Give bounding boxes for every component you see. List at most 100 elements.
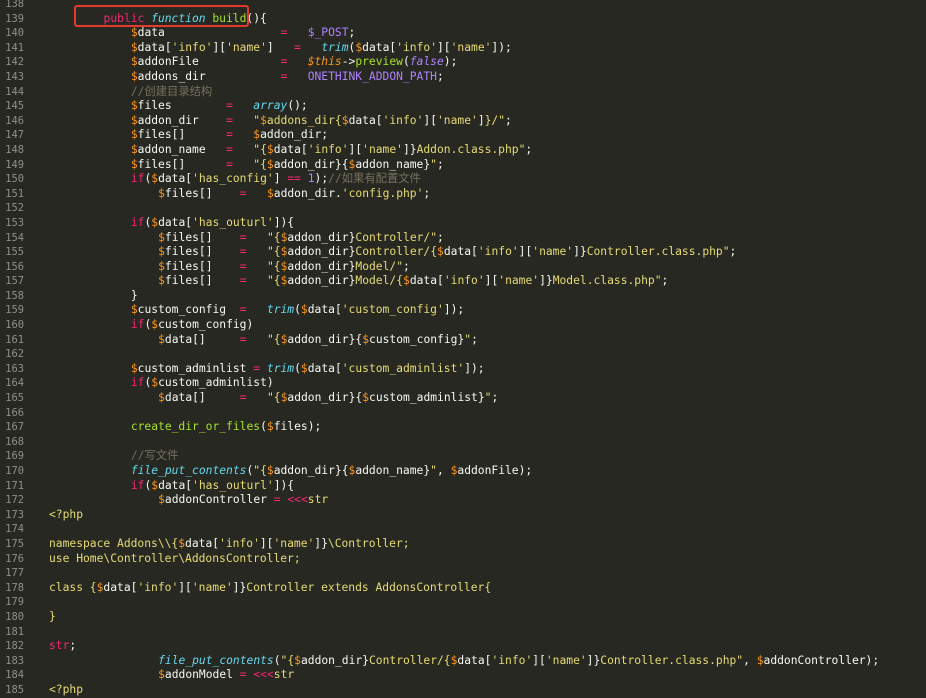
code-line[interactable]: 160 if($custom_config) (0, 318, 926, 333)
code-line[interactable]: 157 $files[] = "{$addon_dir}Model/{$data[… (0, 274, 926, 289)
code-token: str (49, 639, 70, 653)
line-number: 165 (5, 392, 24, 405)
code-editor[interactable]: 138 139 public function build(){140 $data =… (0, 0, 926, 696)
code-token: data[ (158, 172, 193, 186)
code-line[interactable]: 169 //写文件 (0, 449, 926, 464)
code-line[interactable]: 161 $data[] = "{$addon_dir}{$custom_confi… (0, 333, 926, 348)
code-token: $ (158, 186, 165, 200)
line-number: 170 (5, 465, 24, 477)
code-text: use Home\Controller\AddonsController; (49, 552, 301, 567)
code-line[interactable]: 168 (0, 435, 926, 450)
code-line[interactable]: 141 $data['info']['name'] = trim($data['i… (0, 41, 926, 56)
code-token: data[ (362, 40, 397, 54)
code-token: ][ (178, 580, 192, 594)
code-line[interactable]: 162 (0, 347, 926, 362)
code-token: " (430, 464, 437, 477)
line-number: 145 (5, 100, 24, 113)
line-number: 148 (5, 143, 24, 156)
code-token: ]} (402, 142, 417, 156)
code-text: $files[] = "{$addon_dir}Controller/"; (158, 231, 444, 246)
line-number: 183 (5, 654, 24, 667)
line-number: 167 (5, 421, 24, 434)
code-token: ( (402, 55, 410, 69)
code-line[interactable]: 159 $custom_config = trim($data['custom_c… (0, 303, 926, 318)
code-line[interactable]: 150 if($data['has_config'] == 1);//如果有配置文… (0, 172, 926, 187)
code-line[interactable]: 151 $files[] = $addon_dir.'config.php'; (0, 187, 926, 202)
code-line[interactable]: 147 $files[] = $addon_dir; (0, 128, 926, 143)
line-number: 142 (5, 56, 24, 69)
code-line[interactable]: 148 $addon_name = "{$data['info']['name']… (0, 143, 926, 158)
code-line[interactable]: 171 if($data['has_outurl']){ (0, 479, 926, 494)
code-line[interactable]: 180} (0, 610, 926, 625)
code-token: Controller/{ (368, 653, 451, 667)
code-token: = (294, 40, 308, 54)
code-token: 'info' (219, 536, 260, 550)
code-text: file_put_contents("{$addon_dir}Controlle… (158, 654, 879, 669)
code-line[interactable]: 176 use Home\Controller\AddonsController; (0, 552, 926, 567)
code-line[interactable]: 165 $data[] = "{$addon_dir}{$custom_admin… (0, 391, 926, 406)
code-token: if (130, 318, 145, 332)
line-number: 150 (5, 173, 24, 186)
code-line[interactable]: 140 $data = $_POST; (0, 26, 926, 41)
code-line[interactable]: 149 $files[] = "{$addon_dir}{$addon_name}… (0, 158, 926, 173)
code-line[interactable]: 173 <?php (0, 508, 926, 523)
code-token: addonController); (763, 653, 880, 667)
code-line[interactable]: 177 (0, 566, 926, 581)
code-line[interactable]: 156 $files[] = "{$addon_dir}Model/"; (0, 260, 926, 275)
code-line[interactable]: 166 (0, 406, 926, 421)
code-line[interactable]: 142 $addonFile = $this->preview(false); (0, 55, 926, 70)
code-token: ][ (259, 536, 274, 550)
code-line[interactable]: 170 file_put_contents("{$addon_dir}{$addo… (0, 464, 926, 479)
code-token: //写文件 (130, 449, 179, 463)
code-token: = (280, 69, 295, 83)
code-line[interactable]: 182 str; (0, 639, 926, 654)
code-line[interactable]: 152 (0, 201, 926, 216)
code-token: -> (341, 55, 356, 69)
code-token: addonController (164, 493, 274, 507)
code-line[interactable]: 183 file_put_contents("{$addon_dir}Contro… (0, 654, 926, 669)
code-token: "{ (253, 142, 267, 156)
code-token: = (239, 259, 247, 273)
line-number: 181 (5, 625, 24, 638)
code-line[interactable]: 181 (0, 625, 926, 640)
code-text: $files[] = "{$addon_dir}{$addon_name}"; (131, 158, 444, 173)
code-line[interactable]: 163 $custom_adminlist = trim($data['custo… (0, 362, 926, 377)
code-token: 'config.php' (341, 186, 424, 200)
code-line[interactable]: 144 //创建目录结构 (0, 85, 926, 100)
code-line[interactable]: 153 if($data['has_outurl']){ (0, 216, 926, 231)
code-line[interactable]: 178 class {$data['info']['name']}Controll… (0, 581, 926, 596)
code-line[interactable]: 185 <?php (0, 683, 926, 698)
code-line[interactable]: 174 (0, 522, 926, 537)
code-token: $ (158, 332, 165, 346)
line-number: 155 (5, 246, 24, 259)
code-line[interactable]: 172 $addonController = <<<str (0, 493, 926, 508)
code-line[interactable]: 184 $addonModel = <<<str (0, 668, 926, 683)
code-line[interactable]: 158} (0, 289, 926, 304)
code-line[interactable]: 164 if($custom_adminlist) (0, 376, 926, 391)
code-token: $ (130, 55, 138, 69)
code-token: trim (266, 303, 295, 317)
code-line[interactable]: 154 $files[] = "{$addon_dir}Controller/"; (0, 231, 926, 246)
code-lines[interactable]: 138 139 public function build(){140 $data =… (0, 0, 926, 698)
code-token: addon_dir} (287, 274, 356, 288)
code-line[interactable]: 145 $files = array(); (0, 99, 926, 114)
code-line[interactable]: 155 $files[] = "{$addon_dir}Controller/{$… (0, 245, 926, 260)
code-line[interactable]: 143 $addons_dir = ONETHINK_ADDON_PATH; (0, 70, 926, 85)
code-line[interactable]: 179 (0, 595, 926, 610)
code-line[interactable]: 175 namespace Addons\\{$data['info']['nam… (0, 537, 926, 552)
code-text: if($custom_config) (131, 318, 253, 333)
line-number: 164 (5, 377, 24, 390)
code-line[interactable]: 146 $addon_dir = "$addons_dir{$data['info… (0, 114, 926, 129)
code-token: ]} (314, 536, 328, 550)
code-line[interactable]: 167 create_dir_or_files($files); (0, 420, 926, 435)
code-token: 'name' (532, 245, 574, 259)
code-token: addon_name} (355, 157, 431, 171)
code-token: 'has_outurl' (192, 478, 274, 492)
code-token: ] (477, 113, 485, 127)
code-token: addonFile); (457, 464, 533, 477)
